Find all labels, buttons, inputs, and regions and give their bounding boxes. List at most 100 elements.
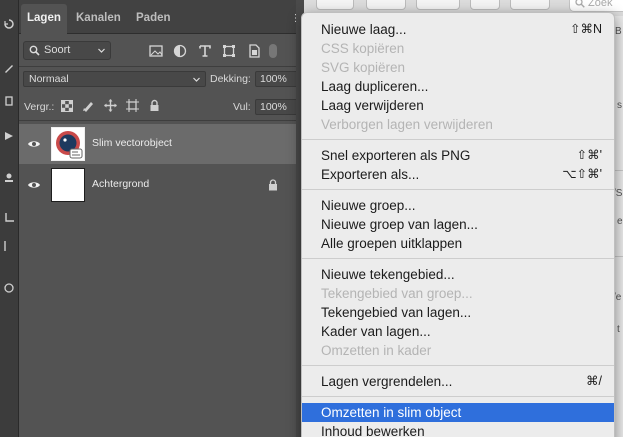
menu-item-shortcut: ⌘/: [586, 374, 602, 388]
menu-item-lock-layers[interactable]: Lagen vergrendelen... ⌘/: [302, 372, 614, 391]
menu-separator: [302, 365, 614, 366]
opacity-field[interactable]: 100%: [255, 71, 300, 87]
menu-item-label: Nieuwe groep van lagen...: [321, 217, 478, 232]
menu-item-delete-hidden-layers: Verborgen lagen verwijderen: [302, 115, 614, 134]
menu-item-label: Verborgen lagen verwijderen: [321, 117, 493, 132]
bg-search-placeholder: Zoek: [588, 0, 613, 9]
menu-item-shortcut: ⌥⇧⌘': [562, 167, 602, 181]
image-filter-icon[interactable]: [149, 44, 163, 58]
menu-item-label: Tekengebied van groep...: [321, 286, 473, 301]
tools-strip: [0, 0, 19, 437]
bg-search-field: Zoek: [569, 0, 623, 12]
pen-tool-icon[interactable]: [3, 62, 15, 74]
menu-item-artboard-from-group: Tekengebied van groep...: [302, 284, 614, 303]
bg-side-letter: t: [617, 324, 620, 335]
bg-side-letter: B: [615, 26, 622, 37]
lock-label: Vergr.:: [24, 101, 55, 113]
menu-item-label: Snel exporteren als PNG: [321, 148, 471, 163]
bg-toolbar-button: [470, 0, 500, 10]
search-icon: [575, 0, 585, 8]
crop-tool-icon[interactable]: [3, 212, 15, 224]
chevron-down-icon: [193, 77, 200, 82]
menu-item-frame-from-layers[interactable]: Kader van lagen...: [302, 322, 614, 341]
brush-tool-icon[interactable]: [3, 95, 15, 107]
menu-item-label: Omzetten in kader: [321, 343, 432, 358]
blend-mode-select[interactable]: Normaal: [23, 71, 206, 87]
chevron-down-icon: [98, 48, 105, 53]
smart-object-filter-icon[interactable]: [247, 44, 261, 58]
menu-item-label: Nieuwe laag...: [321, 22, 407, 37]
layer-name: Slim vectorobject: [92, 137, 172, 149]
menu-item-label: Laag dupliceren...: [321, 79, 429, 94]
move-tool-icon[interactable]: [3, 130, 15, 142]
panel-tabs: Lagen Kanalen Paden: [19, 0, 304, 34]
menu-item-copy-css: CSS kopiëren: [302, 39, 614, 58]
shape-filter-icon[interactable]: [222, 44, 236, 58]
menu-item-label: Tekengebied van lagen...: [321, 305, 472, 320]
layer-context-menu: Nieuwe laag... ⇧⌘N CSS kopiëren SVG kopië…: [301, 12, 615, 437]
lock-transparent-pixels-icon[interactable]: [61, 100, 73, 112]
fill-field[interactable]: 100%: [255, 99, 300, 115]
divider: [19, 66, 304, 67]
lock-all-icon[interactable]: [149, 99, 160, 112]
search-icon: [29, 45, 40, 56]
divider: [19, 120, 304, 121]
menu-item-label: Nieuwe tekengebied...: [321, 267, 455, 282]
menu-item-new-group[interactable]: Nieuwe groep...: [302, 196, 614, 215]
bg-toolbar-button: [366, 0, 406, 10]
stamp-tool-icon[interactable]: [3, 172, 15, 184]
filter-kind-select[interactable]: Soort: [23, 41, 111, 60]
fill-label: Vul:: [233, 101, 251, 113]
menu-item-duplicate-layer[interactable]: Laag dupliceren...: [302, 77, 614, 96]
menu-item-label: Exporteren als...: [321, 167, 420, 182]
menu-item-delete-layer[interactable]: Laag verwijderen: [302, 96, 614, 115]
layer-thumbnail: [51, 168, 85, 202]
menu-item-label: Inhoud bewerken: [321, 424, 425, 437]
menu-item-label: Alle groepen uitklappen: [321, 236, 463, 251]
bg-side-letter: s: [617, 100, 622, 111]
tab-paths[interactable]: Paden: [136, 6, 171, 30]
frame-tool-icon[interactable]: [3, 240, 15, 252]
lock-image-pixels-icon[interactable]: [82, 99, 95, 112]
layer-row-background[interactable]: Achtergrond: [19, 165, 296, 205]
menu-separator: [302, 396, 614, 397]
menu-item-label: Lagen vergrendelen...: [321, 374, 453, 389]
adjustment-filter-icon[interactable]: [173, 44, 187, 58]
menu-item-convert-to-frame: Omzetten in kader: [302, 341, 614, 360]
menu-item-quick-export-png[interactable]: Snel exporteren als PNG ⇧⌘': [302, 146, 614, 165]
menu-item-label: Laag verwijderen: [321, 98, 424, 113]
menu-item-artboard-from-layers[interactable]: Tekengebied van lagen...: [302, 303, 614, 322]
menu-item-label: Kader van lagen...: [321, 324, 431, 339]
menu-item-new-group-from-layers[interactable]: Nieuwe groep van lagen...: [302, 215, 614, 234]
visibility-eye-icon[interactable]: [27, 179, 41, 191]
bg-toolbar-button: [510, 0, 550, 10]
lock-artboard-icon[interactable]: [126, 99, 139, 112]
layers-panel: Lagen Kanalen Paden Soort Normaal Dekkin…: [19, 0, 304, 437]
menu-item-export-as[interactable]: Exporteren als... ⌥⇧⌘': [302, 165, 614, 184]
menu-separator: [302, 139, 614, 140]
lasso-tool-icon[interactable]: [3, 282, 15, 294]
menu-item-new-layer[interactable]: Nieuwe laag... ⇧⌘N: [302, 20, 614, 39]
menu-item-expand-all-groups[interactable]: Alle groepen uitklappen: [302, 234, 614, 253]
visibility-eye-icon[interactable]: [27, 138, 41, 150]
smart-object-thumbnail-icon: [56, 131, 83, 159]
menu-separator: [302, 258, 614, 259]
tab-channels[interactable]: Kanalen: [76, 6, 121, 30]
layer-thumbnail: [51, 127, 85, 161]
menu-item-new-artboard[interactable]: Nieuwe tekengebied...: [302, 265, 614, 284]
menu-item-shortcut: ⇧⌘N: [569, 22, 602, 36]
opacity-label: Dekking:: [210, 73, 251, 85]
rotate-tool-icon[interactable]: [3, 18, 15, 30]
layer-row-smart-vector-object[interactable]: Slim vectorobject: [19, 124, 296, 164]
menu-item-convert-to-smart-object[interactable]: Omzetten in slim object: [302, 403, 614, 422]
lock-position-icon[interactable]: [104, 99, 117, 112]
type-filter-icon[interactable]: [198, 44, 212, 58]
tab-layers[interactable]: Lagen: [21, 4, 67, 34]
menu-item-shortcut: ⇧⌘': [576, 148, 602, 162]
filter-toggle[interactable]: [269, 44, 277, 58]
menu-separator: [302, 189, 614, 190]
filter-kind-label: Soort: [44, 44, 71, 56]
layer-name: Achtergrond: [92, 178, 150, 190]
menu-item-edit-contents[interactable]: Inhoud bewerken: [302, 422, 614, 437]
menu-item-label: CSS kopiëren: [321, 41, 405, 56]
